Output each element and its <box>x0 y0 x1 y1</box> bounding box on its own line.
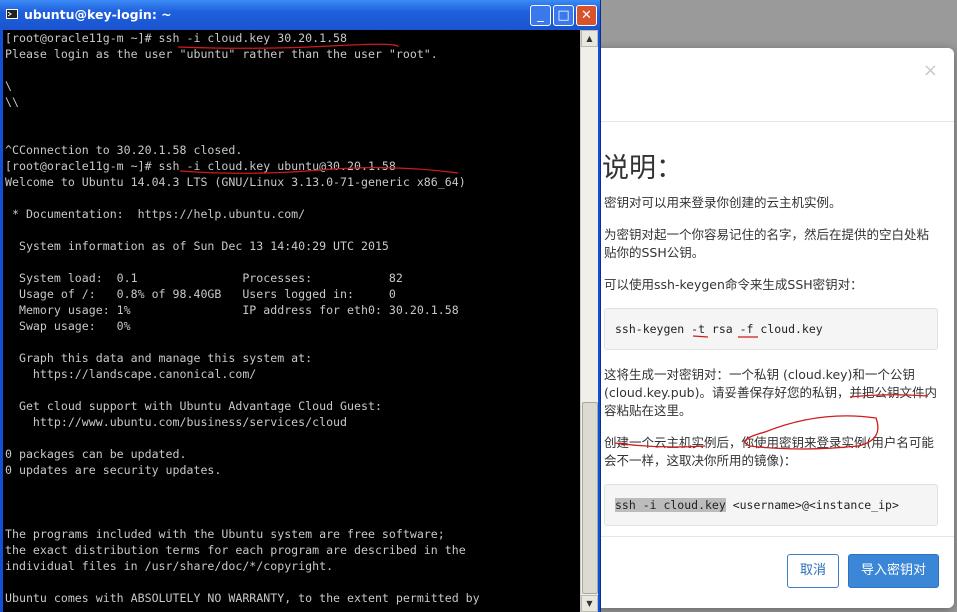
terminal-line: * Documentation: https://help.ubuntu.com… <box>5 207 306 221</box>
terminal-line: [root@oracle11g-m ~]# ssh -i cloud.key u… <box>5 159 396 173</box>
terminal-line: individual files in /usr/share/doc/*/cop… <box>5 559 334 573</box>
terminal-line: Get cloud support with Ubuntu Advantage … <box>5 399 382 413</box>
terminal-line: \ <box>5 79 12 93</box>
terminal-line: Graph this data and manage this system a… <box>5 351 313 365</box>
vertical-scrollbar[interactable]: ▲ ▼ <box>580 30 598 612</box>
terminal-line: ^CConnection to 30.20.1.58 closed. <box>5 143 243 157</box>
modal-header-divider <box>590 121 954 122</box>
cancel-button[interactable]: 取消 <box>787 554 839 588</box>
title-bar[interactable]: ubuntu@key-login: ~ _ □ ✕ <box>0 0 600 30</box>
terminal-line: Memory usage: 1% IP address for eth0: 30… <box>5 303 459 317</box>
scroll-down-arrow-icon[interactable]: ▼ <box>581 595 598 612</box>
command-placeholder-text: <username>@<instance_ip> <box>725 498 899 512</box>
terminal-line: 0 packages can be updated. <box>5 447 187 461</box>
terminal-line: https://landscape.canonical.com/ <box>5 367 257 381</box>
minimize-button[interactable]: _ <box>530 5 551 26</box>
modal-help-title: 说明： <box>602 153 683 184</box>
terminal-line: Please login as the user "ubuntu" rather… <box>5 47 438 61</box>
putty-terminal-icon <box>6 8 18 20</box>
window-title: ubuntu@key-login: ~ <box>24 7 172 22</box>
terminal-line: System load: 0.1 Processes: 82 <box>5 271 403 285</box>
terminal-line: Ubuntu comes with ABSOLUTELY NO WARRANTY… <box>5 591 480 605</box>
terminal-line: the exact distribution terms for each pr… <box>5 543 466 557</box>
import-keypair-modal: × 说明： 密钥对可以用来登录你创建的云主机实例。 为密钥对起一个你容易记住的名… <box>590 48 954 608</box>
help-text-3: 可以使用ssh-keygen命令来生成SSH密钥对： <box>604 277 863 292</box>
terminal-line: Welcome to Ubuntu 14.04.3 LTS (GNU/Linux… <box>5 175 466 189</box>
import-keypair-button[interactable]: 导入密钥对 <box>848 554 939 588</box>
modal-body: 说明： 密钥对可以用来登录你创建的云主机实例。 为密钥对起一个你容易记住的名字，… <box>602 152 938 542</box>
close-button[interactable]: ✕ <box>576 5 597 26</box>
help-text-2: 为密钥对起一个你容易记住的名字，然后在提供的空白处粘贴你的SSH公钥。 <box>604 227 930 260</box>
scroll-up-arrow-icon[interactable]: ▲ <box>581 30 598 47</box>
terminal-line: 0 updates are security updates. <box>5 463 222 477</box>
terminal-lines: [root@oracle11g-m ~]# ssh -i cloud.key 3… <box>5 30 480 606</box>
help-text-1: 密钥对可以用来登录你创建的云主机实例。 <box>604 195 842 210</box>
terminal-line: [root@oracle11g-m ~]# ssh -i cloud.key 3… <box>5 31 348 45</box>
selected-command-text: ssh -i cloud.key <box>615 498 726 512</box>
ssh-login-command-code: ssh -i cloud.key <username>@<instance_ip… <box>604 484 938 526</box>
maximize-button[interactable]: □ <box>553 5 574 26</box>
scrollbar-thumb[interactable] <box>582 402 598 594</box>
close-icon[interactable]: × <box>923 62 938 80</box>
terminal-line: System information as of Sun Dec 13 14:4… <box>5 239 389 253</box>
terminal-line: \\ <box>5 95 19 109</box>
help-text-5: 创建一个云主机实例后，你使用密钥来登录实例(用户名可能会不一样，这取决你所用的镜… <box>604 435 934 468</box>
terminal-line: http://www.ubuntu.com/business/services/… <box>5 415 348 429</box>
help-text-4: 这将生成一对密钥对：一个私钥 (cloud.key)和一个公钥 (cloud.k… <box>604 367 937 418</box>
modal-footer-divider <box>590 536 954 537</box>
terminal-output[interactable]: [root@oracle11g-m ~]# ssh -i cloud.key 3… <box>3 30 580 612</box>
terminal-line: Usage of /: 0.8% of 98.40GB Users logged… <box>5 287 396 301</box>
terminal-line: The programs included with the Ubuntu sy… <box>5 527 445 541</box>
terminal-window: ubuntu@key-login: ~ _ □ ✕ [root@oracle11… <box>0 0 601 612</box>
keygen-command-code: ssh-keygen -t rsa -f cloud.key <box>604 308 938 350</box>
terminal-line: Swap usage: 0% <box>5 319 131 333</box>
